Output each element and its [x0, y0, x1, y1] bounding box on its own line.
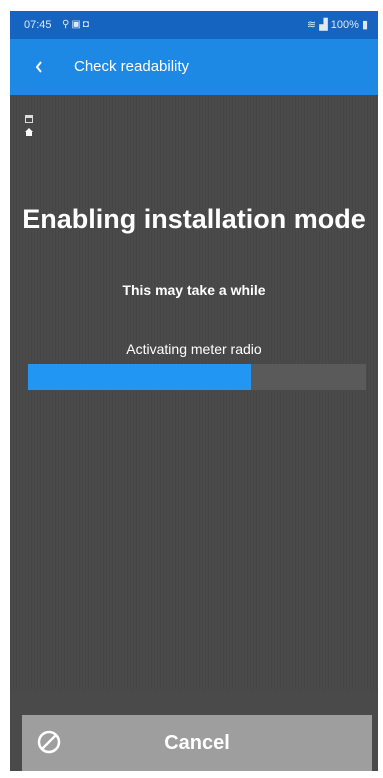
status-bar: 07:45 ⚲▣◘ ≋ ▟ 100% ▮	[10, 11, 378, 39]
app-bar: Check readability	[10, 39, 378, 95]
battery-level: 100%	[330, 19, 359, 31]
footer: Cancel	[10, 691, 378, 771]
progress-bar	[28, 364, 366, 390]
image-icon: ▣	[71, 19, 83, 30]
battery-icon: ▮	[361, 19, 368, 31]
status-time: 07:45	[24, 19, 52, 31]
main-content: Enabling installation mode This may take…	[10, 95, 378, 691]
subtitle: This may take a while	[122, 282, 266, 298]
home-icon	[24, 124, 34, 136]
wind-icon: ⚲	[62, 19, 72, 30]
progress-status: Activating meter radio	[126, 341, 262, 357]
cancel-button[interactable]: Cancel	[22, 715, 372, 771]
notification-icons: ⚲▣◘	[62, 11, 91, 39]
side-icons	[24, 111, 36, 137]
square-icon: ◘	[82, 19, 91, 30]
signal-icon: ▟	[319, 19, 328, 31]
chevron-left-icon	[35, 61, 42, 73]
cancel-label: Cancel	[164, 731, 230, 754]
wifi-icon: ≋	[306, 19, 317, 31]
progress-fill	[28, 364, 252, 390]
heading: Enabling installation mode	[22, 204, 366, 234]
page-title: Check readability	[74, 58, 190, 75]
phone-screen: 07:45 ⚲▣◘ ≋ ▟ 100% ▮ Check readability E…	[10, 11, 378, 771]
no-entry-icon	[37, 730, 61, 754]
status-right: ≋ ▟ 100% ▮	[307, 11, 368, 39]
back-button[interactable]	[24, 39, 54, 95]
calendar-icon	[24, 111, 34, 123]
